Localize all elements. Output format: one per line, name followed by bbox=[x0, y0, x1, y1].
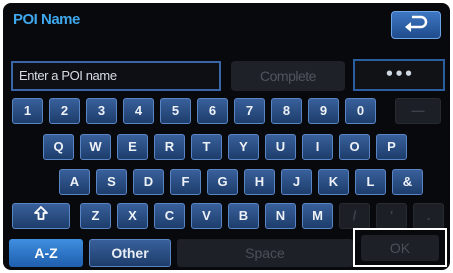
shift-arrow-icon bbox=[33, 205, 49, 229]
key-m[interactable]: M bbox=[302, 203, 333, 229]
key-k[interactable]: K bbox=[318, 169, 349, 195]
key-slash[interactable]: / bbox=[339, 203, 370, 229]
key-z[interactable]: Z bbox=[80, 203, 111, 229]
more-options-button[interactable]: ••• bbox=[353, 59, 445, 91]
key-h[interactable]: H bbox=[244, 169, 275, 195]
key-5[interactable]: 5 bbox=[160, 98, 191, 124]
key-s[interactable]: S bbox=[96, 169, 127, 195]
complete-button[interactable]: Complete bbox=[231, 61, 345, 91]
back-button[interactable] bbox=[391, 11, 441, 39]
ok-highlight-frame: OK bbox=[353, 228, 447, 267]
key-4[interactable]: 4 bbox=[123, 98, 154, 124]
ok-button[interactable]: OK bbox=[361, 235, 439, 261]
key-x[interactable]: X bbox=[117, 203, 148, 229]
key-a[interactable]: A bbox=[59, 169, 90, 195]
key-b[interactable]: B bbox=[228, 203, 259, 229]
key-0[interactable]: 0 bbox=[345, 98, 376, 124]
key-j[interactable]: J bbox=[281, 169, 312, 195]
key-o[interactable]: O bbox=[339, 134, 370, 160]
key-u[interactable]: U bbox=[265, 134, 296, 160]
space-key[interactable]: Space bbox=[177, 239, 353, 267]
key-9[interactable]: 9 bbox=[308, 98, 339, 124]
key-g[interactable]: G bbox=[207, 169, 238, 195]
key-1[interactable]: 1 bbox=[12, 98, 43, 124]
key-8[interactable]: 8 bbox=[271, 98, 302, 124]
key-y[interactable]: Y bbox=[228, 134, 259, 160]
key-3[interactable]: 3 bbox=[86, 98, 117, 124]
key-n[interactable]: N bbox=[265, 203, 296, 229]
key-apostrophe[interactable]: ' bbox=[376, 203, 407, 229]
key-ampersand[interactable]: & bbox=[392, 169, 423, 195]
key-c[interactable]: C bbox=[154, 203, 185, 229]
key-v[interactable]: V bbox=[191, 203, 222, 229]
key-t[interactable]: T bbox=[191, 134, 222, 160]
key-dash[interactable]: — bbox=[395, 98, 441, 124]
key-p[interactable]: P bbox=[376, 134, 407, 160]
key-q[interactable]: Q bbox=[43, 134, 74, 160]
key-2[interactable]: 2 bbox=[49, 98, 80, 124]
key-period[interactable]: . bbox=[413, 203, 444, 229]
key-r[interactable]: R bbox=[154, 134, 185, 160]
key-f[interactable]: F bbox=[170, 169, 201, 195]
key-l[interactable]: L bbox=[355, 169, 386, 195]
az-mode-button[interactable]: A-Z bbox=[9, 239, 83, 267]
key-e[interactable]: E bbox=[117, 134, 148, 160]
page-title: POI Name bbox=[13, 11, 80, 28]
key-7[interactable]: 7 bbox=[234, 98, 265, 124]
key-i[interactable]: I bbox=[302, 134, 333, 160]
key-6[interactable]: 6 bbox=[197, 98, 228, 124]
poi-name-input[interactable]: Enter a POI name bbox=[11, 61, 221, 91]
other-mode-button[interactable]: Other bbox=[89, 239, 171, 267]
key-w[interactable]: W bbox=[80, 134, 111, 160]
key-d[interactable]: D bbox=[133, 169, 164, 195]
back-arrow-icon bbox=[403, 14, 429, 36]
shift-key[interactable] bbox=[12, 203, 70, 229]
